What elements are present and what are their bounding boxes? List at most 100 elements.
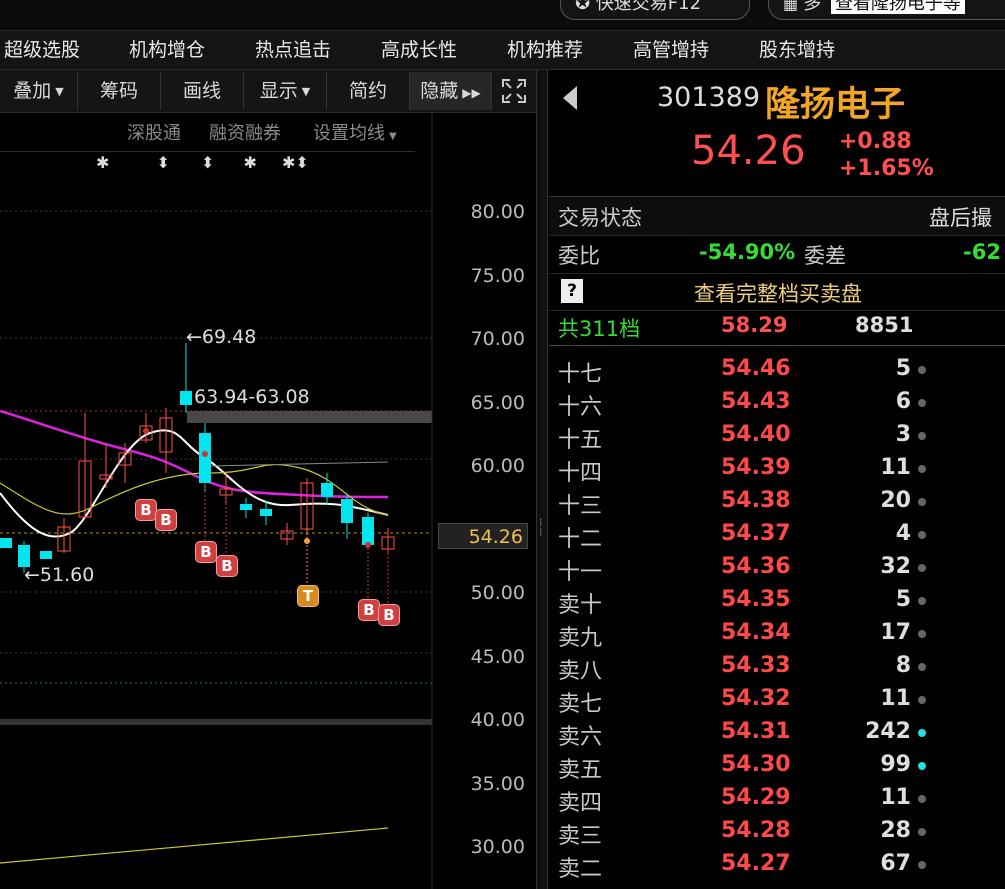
nav-high-growth[interactable]: 高成长性 (381, 31, 457, 69)
orderbook-row[interactable]: 十四 54.39 11 (549, 455, 1005, 488)
buy-signal-badge[interactable]: B (358, 599, 380, 621)
orderbook-volume: 20 (880, 488, 911, 513)
chips-button[interactable]: 筹码 (78, 72, 161, 110)
expand-icon (502, 79, 526, 103)
orderbook-volume: 242 (865, 719, 911, 744)
orderbook-price: 54.29 (721, 785, 791, 810)
y-tick-label: 60.00 (470, 455, 525, 477)
search-box[interactable]: ▦ 多 查看隆扬电子等 (768, 0, 1005, 20)
orderbook-volume: 11 (880, 785, 911, 810)
orderbook-price: 54.36 (721, 554, 791, 579)
overlay-label: 叠加 (13, 80, 52, 102)
orderbook-level: 卖七 (558, 692, 603, 717)
ratio-row: 委比 -54.90% 委差 -62 (549, 235, 1005, 274)
overlay-button[interactable]: 叠加 ▼ (0, 72, 78, 110)
orderbook-price: 54.34 (721, 620, 791, 645)
orderbook-volume: 67 (880, 851, 911, 876)
orderbook-dot-icon (918, 630, 926, 638)
last-price: 54.26 (691, 128, 806, 174)
orderbook-level: 卖八 (558, 659, 603, 684)
buy-signal-badge[interactable]: B (135, 499, 157, 521)
orderbook-row[interactable]: 十五 54.40 3 (549, 422, 1005, 455)
orderbook-row[interactable]: 十三 54.38 20 (549, 488, 1005, 521)
buy-signal-badge[interactable]: B (216, 555, 238, 577)
hide-button[interactable]: 隐藏 ▶▶ (410, 72, 492, 110)
nav-institution-increase[interactable]: 机构增仓 (129, 31, 205, 69)
orderbook-dot-icon (918, 828, 926, 836)
nav-hot-spots[interactable]: 热点追击 (255, 31, 331, 69)
help-icon[interactable]: ? (561, 279, 583, 303)
orderbook-row[interactable]: 卖八 54.33 8 (549, 653, 1005, 686)
draw-line-button[interactable]: 画线 (161, 72, 244, 110)
buy-signal-badge[interactable]: B (195, 541, 217, 563)
full-book-link[interactable]: 查看完整档买卖盘 (694, 278, 862, 308)
high-price-annotation: ←69.48 (186, 326, 257, 348)
draw-line-label: 画线 (182, 80, 221, 102)
orderbook-dot-icon (918, 399, 926, 407)
orderbook-row[interactable]: 十一 54.36 32 (549, 554, 1005, 587)
quick-trade-label: 快速交易F12 (595, 0, 702, 14)
orderbook-row[interactable]: 卖九 54.34 17 (549, 620, 1005, 653)
orderbook-row[interactable]: 卖二 54.27 67 (549, 851, 1005, 884)
orderbook-row[interactable]: 十六 54.43 6 (549, 389, 1005, 422)
orderbook-dot-icon (918, 564, 926, 572)
y-tick-label: 45.00 (470, 646, 525, 668)
nav-super-stock-picking[interactable]: 超级选股 (4, 31, 80, 69)
orderbook-row[interactable]: 卖七 54.32 11 (549, 686, 1005, 719)
orderbook-level: 卖五 (558, 758, 603, 783)
kline-chart[interactable]: 深股通 融资融券 设置均线 ▼ ✱ ⬍ ⬍ ✱ ✱⬍ B B B B T B B… (0, 113, 536, 889)
quick-trade-button[interactable]: ✪ 快速交易F12 (560, 0, 750, 20)
summary-volume: 8851 (855, 313, 914, 337)
orderbook-dot-icon (918, 663, 926, 671)
orderbook-price: 54.39 (721, 455, 791, 480)
fullscreen-button[interactable] (492, 72, 536, 110)
orderbook-price: 54.31 (721, 719, 791, 744)
orderbook-volume: 11 (880, 686, 911, 711)
orderbook-level: 卖四 (558, 791, 603, 816)
orderbook-row[interactable]: 十七 54.46 5 (549, 356, 1005, 389)
buy-signal-badge[interactable]: B (155, 509, 177, 531)
y-tick-label: 75.00 (470, 265, 525, 287)
orderbook-row[interactable]: 卖四 54.29 11 (549, 785, 1005, 818)
orderbook-volume: 32 (880, 554, 911, 579)
orderbook-price: 54.27 (721, 851, 791, 876)
display-label: 显示 (259, 80, 298, 102)
y-tick-label: 40.00 (470, 709, 525, 731)
orderbook-price: 54.32 (721, 686, 791, 711)
orderbook-row[interactable]: 卖五 54.30 99 (549, 752, 1005, 785)
nav-shareholder-increase[interactable]: 股东增持 (759, 31, 835, 69)
current-price-tag: 54.26 (438, 523, 528, 549)
orderbook-row[interactable]: 卖十 54.35 5 (549, 587, 1005, 620)
y-tick-label: 80.00 (470, 201, 525, 223)
panel-splitter[interactable]: ⁞ ⁞ (536, 70, 548, 889)
orderbook-row[interactable]: 卖六 54.31 242 (549, 719, 1005, 752)
orderbook-volume: 6 (895, 389, 911, 414)
drag-handle-icon: ⁞ ⁞ (539, 516, 543, 539)
stock-name: 隆扬电子 (765, 85, 906, 125)
y-tick-label: 65.00 (470, 392, 525, 414)
orderbook-row[interactable]: 十二 54.37 4 (549, 521, 1005, 554)
summary-row: 共311档 58.29 8851 (549, 311, 1005, 346)
orderbook-price: 54.30 (721, 752, 791, 777)
sell-signal-badge[interactable]: T (297, 585, 319, 607)
nav-institution-recommend[interactable]: 机构推荐 (507, 31, 583, 69)
price-change-percent: +1.65% (839, 156, 934, 181)
display-button[interactable]: 显示 ▼ (244, 72, 327, 110)
orderbook-dot-icon (918, 795, 926, 803)
orderbook-dot-icon (918, 729, 926, 737)
buy-signal-badge[interactable]: B (378, 604, 400, 626)
orderbook-volume: 28 (880, 818, 911, 843)
nav-executive-increase[interactable]: 高管增持 (633, 31, 709, 69)
collapse-arrow-icon[interactable] (563, 86, 577, 110)
orderbook-price: 54.35 (721, 587, 791, 612)
chips-label: 筹码 (99, 80, 138, 102)
full-book-row[interactable]: ? 查看完整档买卖盘 (549, 274, 1005, 311)
range-annotation: 63.94-63.08 (194, 386, 310, 408)
simple-mode-button[interactable]: 简约 (327, 72, 410, 110)
status-value: 盘后撮 (929, 206, 992, 230)
search-text: 查看隆扬电子等 (830, 0, 965, 14)
orderbook-row[interactable]: 卖三 54.28 28 (549, 818, 1005, 851)
orderbook-price: 54.38 (721, 488, 791, 513)
orderbook-level: 十三 (558, 494, 603, 519)
orderbook-volume: 17 (880, 620, 911, 645)
